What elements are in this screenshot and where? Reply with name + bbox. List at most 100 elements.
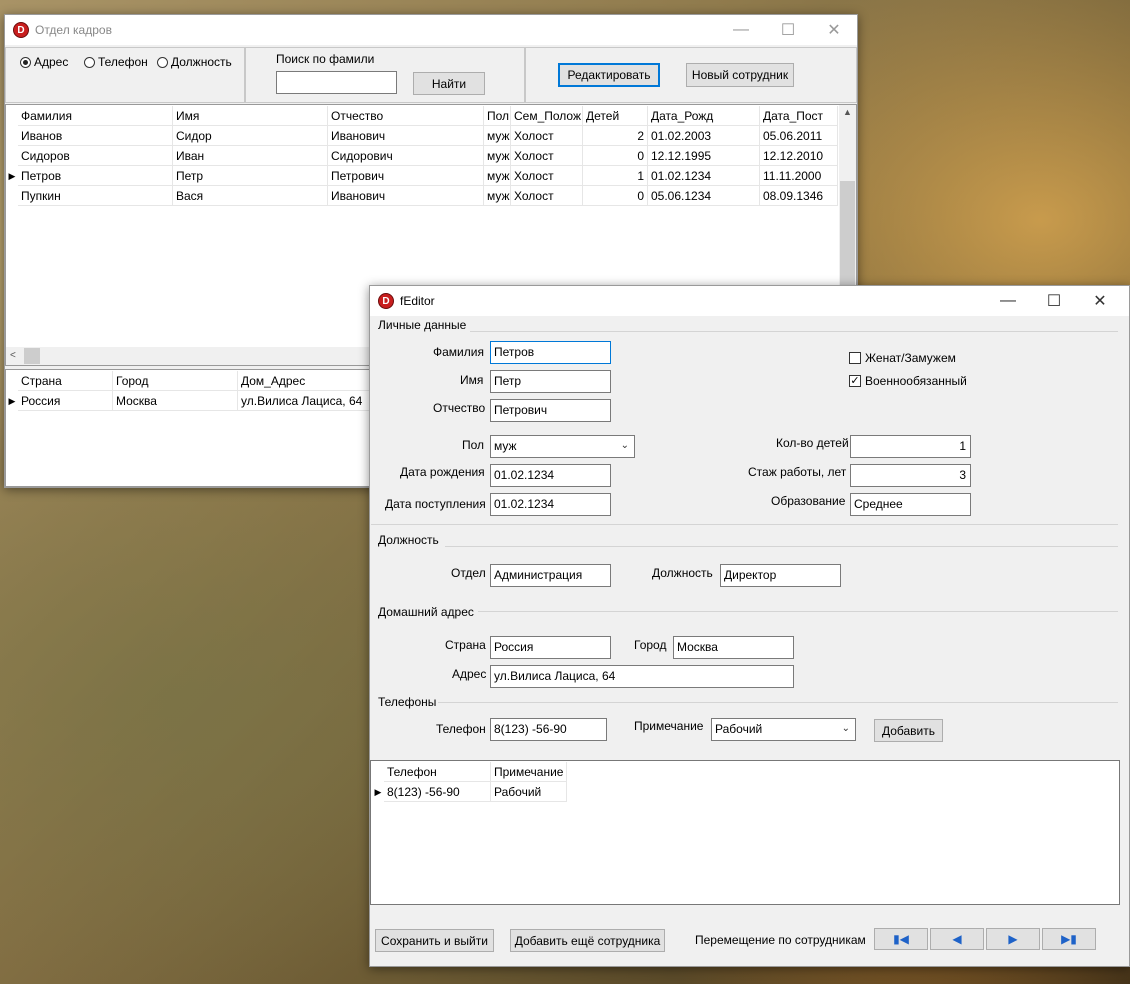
col-header-gender[interactable]: Пол [484,106,511,126]
col-header-children[interactable]: Детей [583,106,648,126]
col-header-birth[interactable]: Дата_Рожд [648,106,760,126]
children-label: Кол-во детей [776,436,849,450]
cell-hire: 05.06.2011 [760,126,838,146]
education-field[interactable]: Среднее [850,493,971,516]
radio-phone[interactable]: Телефон [84,55,148,69]
group-divider [470,331,1118,332]
maximize-icon[interactable]: ☐ [1031,286,1077,316]
cell-lastname: Пупкин [18,186,173,206]
married-checkbox-label: Женат/Замужем [865,351,956,365]
minimize-icon[interactable]: — [718,15,764,45]
close-icon[interactable]: ✕ [811,15,857,45]
address-field[interactable]: ул.Вилиса Лациса, 64 [490,665,794,688]
cell-gender: муж [484,126,511,146]
cell-birth: 12.12.1995 [648,146,760,166]
hscroll-thumb[interactable] [24,348,40,364]
cell-family: Холост [511,166,583,186]
cell-city: Москва [113,391,238,411]
cell-country: Россия [18,391,113,411]
col-header-family[interactable]: Сем_Полож [511,106,583,126]
married-checkbox-box [849,352,861,364]
group-phones-title: Телефоны [378,695,437,709]
patronymic-field[interactable]: Петрович [490,399,611,422]
last-icon[interactable]: ▶▮ [1042,928,1096,950]
col-header-hire[interactable]: Дата_Пост [760,106,838,126]
minimize-icon[interactable]: — [985,286,1031,316]
experience-field[interactable]: 3 [850,464,971,487]
prev-icon[interactable]: ◀ [930,928,984,950]
radio-address[interactable]: Адрес [20,55,68,69]
search-label: Поиск по фамили [276,52,375,66]
search-input[interactable] [276,71,397,94]
edit-button[interactable]: Редактировать [558,63,660,87]
add-more-employee-button[interactable]: Добавить ещё сотрудника [510,929,665,952]
nav-label: Перемещение по сотрудникам [695,933,866,947]
gender-select[interactable]: муж ⌄ [490,435,635,458]
radio-position[interactable]: Должность [157,55,232,69]
col-header-firstname[interactable]: Имя [173,106,328,126]
cell-hire: 11.11.2000 [760,166,838,186]
post-field[interactable]: Директор [720,564,841,587]
cell-family: Холост [511,126,583,146]
col-header-country[interactable]: Страна [18,371,113,391]
maximize-icon[interactable]: ☐ [765,15,811,45]
find-button[interactable]: Найти [413,72,485,95]
cell-family: Холост [511,186,583,206]
col-header-city[interactable]: Город [113,371,238,391]
birth-field[interactable]: 01.02.1234 [490,464,611,487]
cell-family: Холост [511,146,583,166]
editor-window-title: fEditor [400,294,435,308]
next-icon[interactable]: ▶ [986,928,1040,950]
close-icon[interactable]: ✕ [1077,286,1123,316]
military-checkbox[interactable]: ✓ Военнообязанный [849,374,967,388]
cell-firstname: Иван [173,146,328,166]
chevron-down-icon: ⌄ [620,440,629,451]
phone-field[interactable]: 8(123) -56-90 [490,718,607,741]
married-checkbox[interactable]: Женат/Замужем [849,351,956,365]
hire-field[interactable]: 01.02.1234 [490,493,611,516]
phones-grid[interactable]: Телефон Примечание ▶ 8(123) -56-90 Рабоч… [370,760,1120,905]
note-select[interactable]: Рабочий ⌄ [711,718,856,741]
radio-phone-dot [84,56,95,68]
children-field[interactable]: 1 [850,435,971,458]
last-name-field[interactable]: Петров [490,341,611,364]
group-home-address-title: Домашний адрес [378,605,474,619]
col-header-phone[interactable]: Телефон [384,762,491,782]
military-checkbox-label: Военнообязанный [865,374,967,388]
note-label: Примечание [634,719,704,733]
radio-address-label: Адрес [34,55,69,69]
chevron-down-icon: ⌄ [841,723,850,734]
group-divider [478,611,1118,612]
country-field[interactable]: Россия [490,636,611,659]
cell-birth: 05.06.1234 [648,186,760,206]
cell-phone: 8(123) -56-90 [384,782,491,802]
col-header-lastname[interactable]: Фамилия [18,106,173,126]
education-label: Образование [771,494,846,508]
scroll-up-icon[interactable]: ▲ [839,107,856,117]
city-field[interactable]: Москва [673,636,794,659]
dept-label: Отдел [451,566,486,580]
col-header-note[interactable]: Примечание [491,762,567,782]
first-name-label: Имя [460,373,484,387]
cell-lastname: Сидоров [18,146,173,166]
add-phone-button[interactable]: Добавить [874,719,943,742]
col-header-patronymic[interactable]: Отчество [328,106,484,126]
radio-position-dot [157,56,168,68]
first-icon[interactable]: ▮◀ [874,928,928,950]
save-exit-button[interactable]: Сохранить и выйти [375,929,494,952]
scroll-left-icon[interactable]: < [10,350,16,361]
first-name-field[interactable]: Петр [490,370,611,393]
current-row-indicator-icon: ▶ [374,787,382,797]
cell-patronymic: Иванович [328,186,484,206]
birth-label: Дата рождения [400,465,485,479]
group-divider [371,524,1118,525]
check-icon: ✓ [849,375,861,387]
dept-field[interactable]: Администрация [490,564,611,587]
cell-lastname: Иванов [18,126,173,146]
cell-birth: 01.02.1234 [648,166,760,186]
new-employee-button[interactable]: Новый сотрудник [686,63,794,87]
current-row-indicator-icon: ▶ [8,396,16,406]
last-name-label: Фамилия [433,345,484,359]
group-divider [438,702,1118,703]
gender-label: Пол [462,438,485,452]
